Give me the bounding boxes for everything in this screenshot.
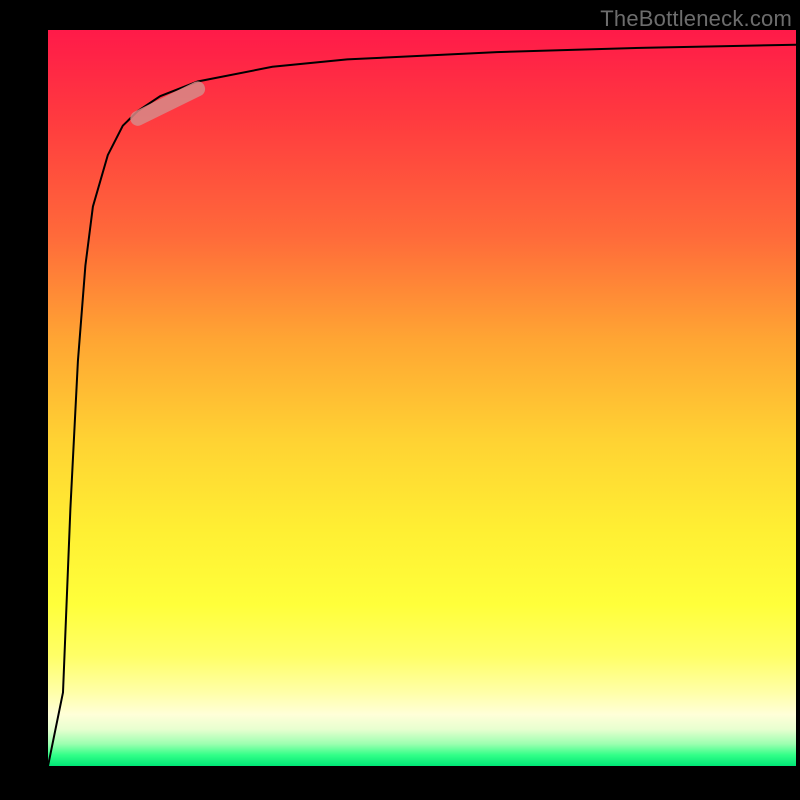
plot-area — [48, 30, 796, 766]
chart-svg — [48, 30, 796, 766]
curve-marker — [138, 89, 198, 118]
bottleneck-curve — [48, 45, 796, 766]
chart-frame: TheBottleneck.com — [0, 0, 800, 800]
watermark-text: TheBottleneck.com — [600, 6, 792, 32]
